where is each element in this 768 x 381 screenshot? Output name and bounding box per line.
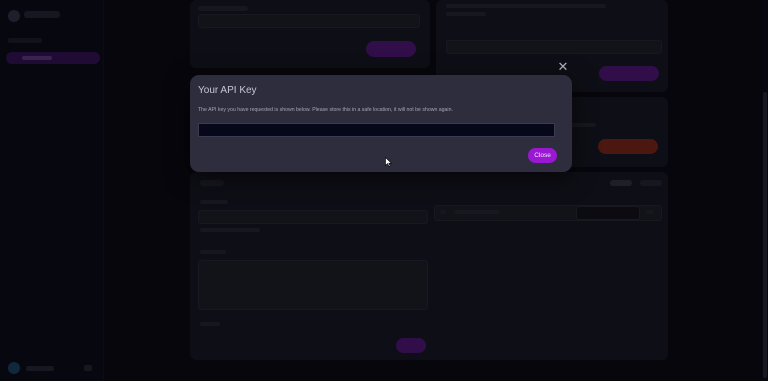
close-icon[interactable]: ✕: [557, 60, 569, 73]
close-button[interactable]: Close: [528, 148, 557, 163]
modal-description: The API key you have requested is shown …: [198, 107, 453, 113]
api-key-modal: Your API Key The API key you have reques…: [190, 75, 572, 172]
mouse-cursor-icon: [385, 157, 392, 167]
modal-backdrop[interactable]: [0, 0, 768, 381]
modal-title: Your API Key: [198, 85, 257, 96]
api-key-field[interactable]: [198, 123, 555, 137]
